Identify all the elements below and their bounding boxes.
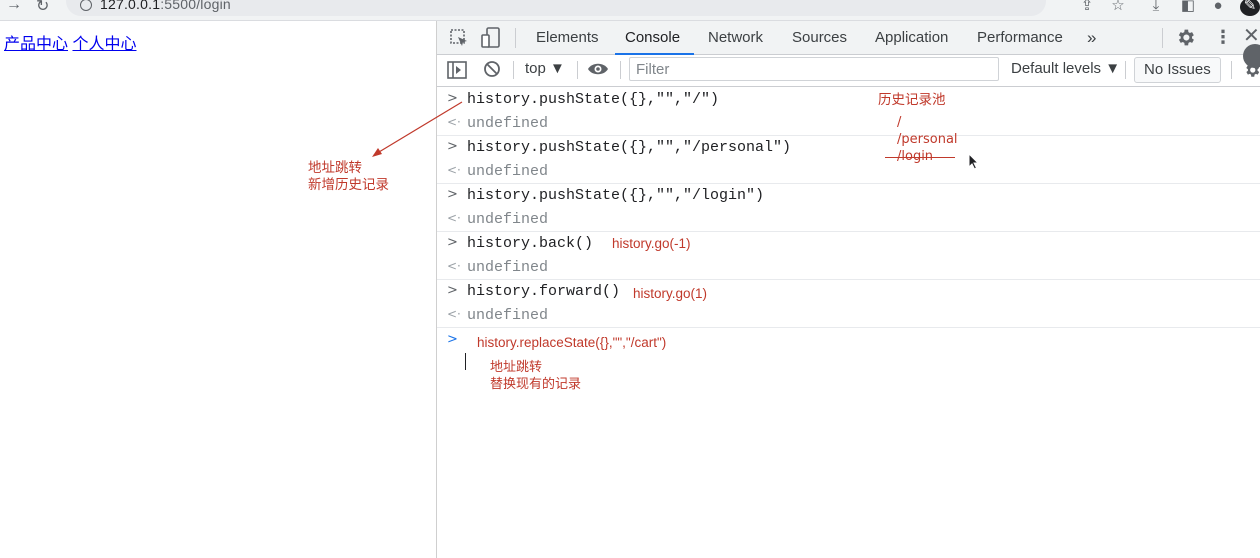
console-command: history.forward() [467,283,621,300]
site-info-icon[interactable] [80,0,92,11]
console-command: history.pushState({},"","/personal") [467,139,792,156]
pin-icon[interactable]: ✎ [1240,0,1260,16]
tab-console[interactable]: Console [614,21,695,55]
forward-icon[interactable]: → [6,0,22,14]
sidepanel-icon[interactable]: ◧ [1179,0,1197,16]
annotation-replace-line2: 替换现有的记录 [490,377,582,392]
share-icon[interactable]: ⇪ [1078,0,1096,16]
result-chevron-icon: <· [447,211,461,225]
mouse-cursor-icon [968,153,980,170]
link-personal-center[interactable]: 个人中心 [72,36,136,53]
annotation-arrow [372,101,463,157]
input-chevron-icon: > [447,187,458,202]
tab-separator [515,28,516,48]
toolbar-separator [1231,61,1232,79]
annotation-replace-note: 地址跳转 替换现有的记录 [490,359,581,393]
prompt-chevron-icon: > [447,332,458,347]
more-tabs-button[interactable]: » [1087,21,1096,54]
toolbar-separator [513,61,514,79]
floating-handle[interactable] [1243,44,1260,68]
console-result: undefined [467,211,549,228]
annotation-back-equivalent: history.go(-1) [612,236,691,251]
history-pool-strike-line [885,157,955,158]
devtools-panel: Elements Console Network Sources Applica… [436,21,1260,558]
row-divider [437,327,1260,328]
show-sidebar-icon[interactable] [447,61,467,84]
issues-button[interactable]: No Issues [1134,57,1221,83]
console-result: undefined [467,307,549,324]
annotation-push-line2: 新增历史记录 [308,177,389,193]
download-icon[interactable]: ⤓ [1147,0,1165,16]
annotation-replace-line1: 地址跳转 [490,360,543,375]
clear-console-icon[interactable] [483,60,501,83]
text-caret [465,353,466,370]
console-filter-box[interactable] [629,57,999,81]
kebab-menu-icon[interactable]: ⋮ [1214,26,1232,48]
history-pool-item-personal: /personal [897,132,958,147]
toolbar-separator [577,61,578,79]
tab-sources[interactable]: Sources [792,21,847,54]
console-result: undefined [467,163,549,180]
prompt-annotation-command: history.replaceState({},"","/cart") [477,335,667,350]
nav-links: 产品中心 个人中心 [4,30,136,54]
inspect-element-icon[interactable] [449,28,469,53]
row-divider [437,231,1260,232]
tab-application[interactable]: Application [875,21,948,54]
console-command: history.pushState({},"","/login") [467,187,765,204]
log-levels-dropdown[interactable]: Default levels ▼ [1011,60,1120,77]
settings-gear-icon[interactable] [1175,27,1196,53]
live-expression-eye-icon[interactable] [587,61,609,82]
address-url: 127.0.0.1:5500/login [100,0,231,12]
annotation-forward-equivalent: history.go(1) [633,286,708,301]
toolbar-separator [620,61,621,79]
toolbar-separator [1125,61,1126,79]
console-result: undefined [467,115,549,132]
console-result: undefined [467,259,549,276]
context-selector[interactable]: top ▼ [525,60,565,77]
history-pool-item-root: / [897,115,902,130]
console-command: history.back() [467,235,594,252]
console-command: history.pushState({},"","/") [467,91,720,108]
row-divider [437,135,1260,136]
devtools-tabbar: Elements Console Network Sources Applica… [437,21,1260,55]
annotation-push-note: 地址跳转 新增历史记录 [308,160,389,194]
result-chevron-icon: <· [447,307,461,321]
history-pool-title: 历史记录池 [878,92,946,108]
tab-elements[interactable]: Elements [536,21,599,54]
result-chevron-icon: <· [447,163,461,177]
address-bar[interactable]: 127.0.0.1:5500/login [66,0,1046,16]
console-toolbar: top ▼ Default levels ▼ No Issues [437,55,1260,87]
link-product-center[interactable]: 产品中心 [4,36,68,53]
input-chevron-icon: > [447,235,458,250]
profile-avatar-icon[interactable]: ● [1209,0,1227,16]
tab-network[interactable]: Network [708,21,763,54]
reload-icon[interactable]: ↻ [36,0,49,16]
bookmark-star-icon[interactable]: ☆ [1109,0,1127,16]
result-chevron-icon: <· [447,259,461,273]
console-filter-input[interactable] [630,58,996,80]
row-divider [437,279,1260,280]
device-toolbar-icon[interactable] [481,27,501,54]
browser-toolbar: → ↻ 127.0.0.1:5500/login ⇪ ☆ ⤓ ◧ ● ✎ [0,0,1260,21]
annotation-push-line1: 地址跳转 [308,160,362,176]
console-output: > history.pushState({},"","/") <· undefi… [437,87,1260,558]
tab-performance[interactable]: Performance [977,21,1063,54]
input-chevron-icon: > [447,283,458,298]
row-divider [437,183,1260,184]
tab-separator [1162,28,1163,48]
